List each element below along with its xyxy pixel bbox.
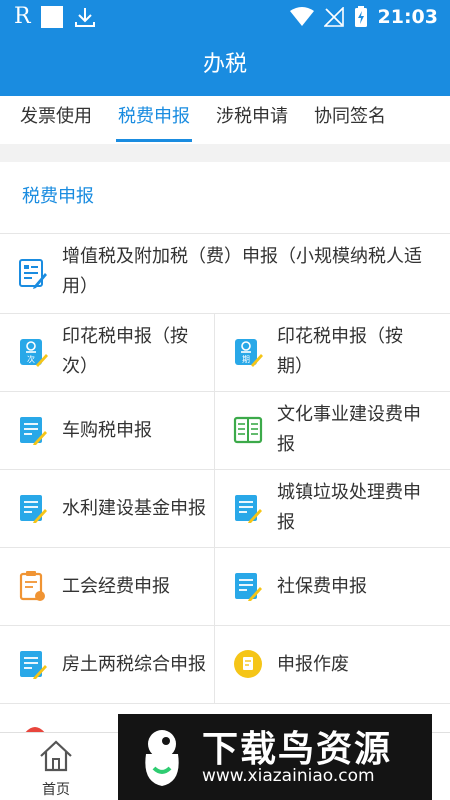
status-bar: R 21:03 xyxy=(0,0,450,34)
union-fee-label: 工会经费申报 xyxy=(62,576,170,597)
bird-logo-icon xyxy=(145,730,179,786)
status-time: 21:03 xyxy=(377,6,438,28)
stamp-tax-per-time-label: 印花税申报（按次） xyxy=(62,326,188,377)
water-fund-item[interactable]: 水利建设基金申报 xyxy=(0,470,214,547)
vat-declaration-item[interactable]: 增值税及附加税（费）申报（小规模纳税人适用） xyxy=(0,234,450,313)
social-insurance-item[interactable]: 社保费申报 xyxy=(215,548,450,625)
menu-row: 房土两税综合申报 申报作废 xyxy=(0,626,450,704)
page-title: 办税 xyxy=(0,34,450,96)
stamp-times-icon: 次 xyxy=(20,339,48,367)
watermark-logo: 下载鸟资源 www.xiazainiao.com xyxy=(118,714,432,800)
vehicle-tax-label: 车购税申报 xyxy=(62,420,152,441)
stamp-times-badge: 次 xyxy=(27,354,35,364)
water-fund-label: 水利建设基金申报 xyxy=(62,498,206,519)
document-edit-icon xyxy=(20,495,47,523)
culture-fee-item[interactable]: 文化事业建设费申报 xyxy=(215,392,450,469)
tab-tax-application[interactable]: 涉税申请 xyxy=(216,96,288,144)
stamp-period-icon: 期 xyxy=(235,339,263,367)
nav-home[interactable]: 首页 xyxy=(30,739,82,799)
menu-row: 次 印花税申报（按次） 期 印花税申报（按期） xyxy=(0,314,450,392)
status-app-icon: R xyxy=(14,4,31,29)
nav-home-label: 首页 xyxy=(42,782,70,798)
notification-square-icon xyxy=(40,6,63,28)
stamp-tax-per-time-item[interactable]: 次 印花税申报（按次） xyxy=(0,314,214,391)
download-icon xyxy=(74,8,95,27)
tab-bar: 发票使用 税费申报 涉税申请 协同签名 xyxy=(0,96,450,144)
culture-fee-label: 文化事业建设费申报 xyxy=(277,404,421,455)
menu-row: 增值税及附加税（费）申报（小规模纳税人适用） xyxy=(0,234,450,314)
stamp-period-badge: 期 xyxy=(242,355,250,364)
tab-tax-declaration[interactable]: 税费申报 xyxy=(116,96,192,144)
stamp-tax-periodic-item[interactable]: 期 印花税申报（按期） xyxy=(215,314,450,391)
wifi-icon xyxy=(289,7,314,26)
void-icon xyxy=(234,650,262,678)
watermark-title: 下载鸟资源 xyxy=(202,729,393,770)
property-land-tax-label: 房土两税综合申报 xyxy=(62,654,206,675)
no-signal-icon xyxy=(323,7,344,27)
garbage-fee-item[interactable]: 城镇垃圾处理费申报 xyxy=(215,470,450,547)
clipboard-edit-icon xyxy=(19,571,45,601)
tab-invoice-use[interactable]: 发票使用 xyxy=(20,96,92,144)
form-edit-icon xyxy=(19,259,47,289)
document-edit-icon xyxy=(235,573,262,601)
section-header: 税费申报 xyxy=(0,162,450,234)
property-land-tax-item[interactable]: 房土两税综合申报 xyxy=(0,626,214,703)
stamp-tax-periodic-label: 印花税申报（按期） xyxy=(277,326,403,377)
section-title: 税费申报 xyxy=(22,186,94,207)
void-declaration-label: 申报作废 xyxy=(277,654,349,675)
vehicle-tax-item[interactable]: 车购税申报 xyxy=(0,392,214,469)
social-insurance-label: 社保费申报 xyxy=(277,576,367,597)
void-declaration-item[interactable]: 申报作废 xyxy=(215,626,450,703)
menu-row: 工会经费申报 社保费申报 xyxy=(0,548,450,626)
partial-item-icon xyxy=(25,727,45,732)
document-edit-icon xyxy=(235,495,262,523)
book-icon xyxy=(233,416,263,444)
union-fee-item[interactable]: 工会经费申报 xyxy=(0,548,214,625)
menu-row: 车购税申报 文化事业建设费申报 xyxy=(0,392,450,470)
battery-charging-icon xyxy=(354,6,367,27)
vat-declaration-label: 增值税及附加税（费）申报（小规模纳税人适用） xyxy=(62,246,422,297)
document-edit-icon xyxy=(20,651,47,679)
tab-collaborative-sign[interactable]: 协同签名 xyxy=(314,96,386,144)
document-edit-icon xyxy=(20,417,47,445)
menu-row: 水利建设基金申报 城镇垃圾处理费申报 xyxy=(0,470,450,548)
tax-declaration-panel: 税费申报 增值税及附加税（费）申报（小规模纳税人适用） 次 印花税申报（按次） … xyxy=(0,162,450,732)
garbage-fee-label: 城镇垃圾处理费申报 xyxy=(277,482,421,533)
home-icon xyxy=(40,740,72,772)
watermark-url: www.xiazainiao.com xyxy=(202,766,375,786)
